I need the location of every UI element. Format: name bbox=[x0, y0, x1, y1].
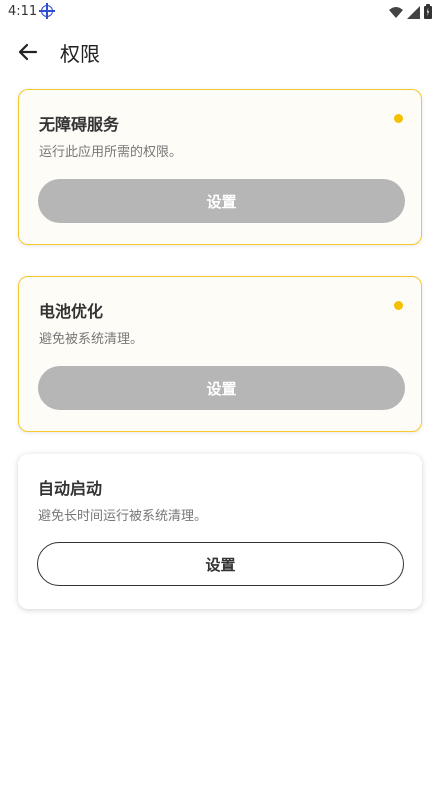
button-label: 设置 bbox=[205, 555, 236, 574]
status-bar: 4:11 bbox=[0, 0, 442, 24]
wifi-icon bbox=[389, 7, 403, 18]
card-title: 无障碍服务 bbox=[39, 115, 120, 134]
arrow-left-icon bbox=[18, 43, 38, 61]
back-button[interactable] bbox=[12, 36, 44, 68]
card-description: 运行此应用所需的权限。 bbox=[39, 145, 183, 160]
button-label: 设置 bbox=[206, 379, 237, 398]
pending-status-dot bbox=[394, 114, 403, 123]
permission-card-auto-start: 自动启动 避免长时间运行被系统清理。 设置 bbox=[18, 454, 422, 609]
auto-start-settings-button[interactable]: 设置 bbox=[37, 542, 404, 586]
status-time: 4:11 bbox=[8, 4, 38, 19]
pending-status-dot bbox=[394, 301, 403, 310]
signal-icon bbox=[407, 5, 420, 19]
app-bar: 权限 bbox=[0, 24, 442, 80]
status-icons bbox=[389, 3, 432, 20]
accessibility-settings-button[interactable]: 设置 bbox=[38, 179, 405, 223]
battery-charging-icon bbox=[424, 3, 432, 19]
location-target-icon bbox=[39, 3, 55, 19]
card-title: 电池优化 bbox=[39, 302, 104, 321]
card-title: 自动启动 bbox=[38, 479, 103, 498]
permission-card-battery-optimization: 电池优化 避免被系统清理。 设置 bbox=[18, 276, 422, 432]
permission-card-accessibility: 无障碍服务 运行此应用所需的权限。 设置 bbox=[18, 89, 422, 245]
card-description: 避免长时间运行被系统清理。 bbox=[38, 509, 208, 524]
page-title: 权限 bbox=[60, 42, 100, 66]
card-description: 避免被系统清理。 bbox=[39, 332, 144, 347]
button-label: 设置 bbox=[206, 192, 237, 211]
battery-optimization-settings-button[interactable]: 设置 bbox=[38, 366, 405, 410]
